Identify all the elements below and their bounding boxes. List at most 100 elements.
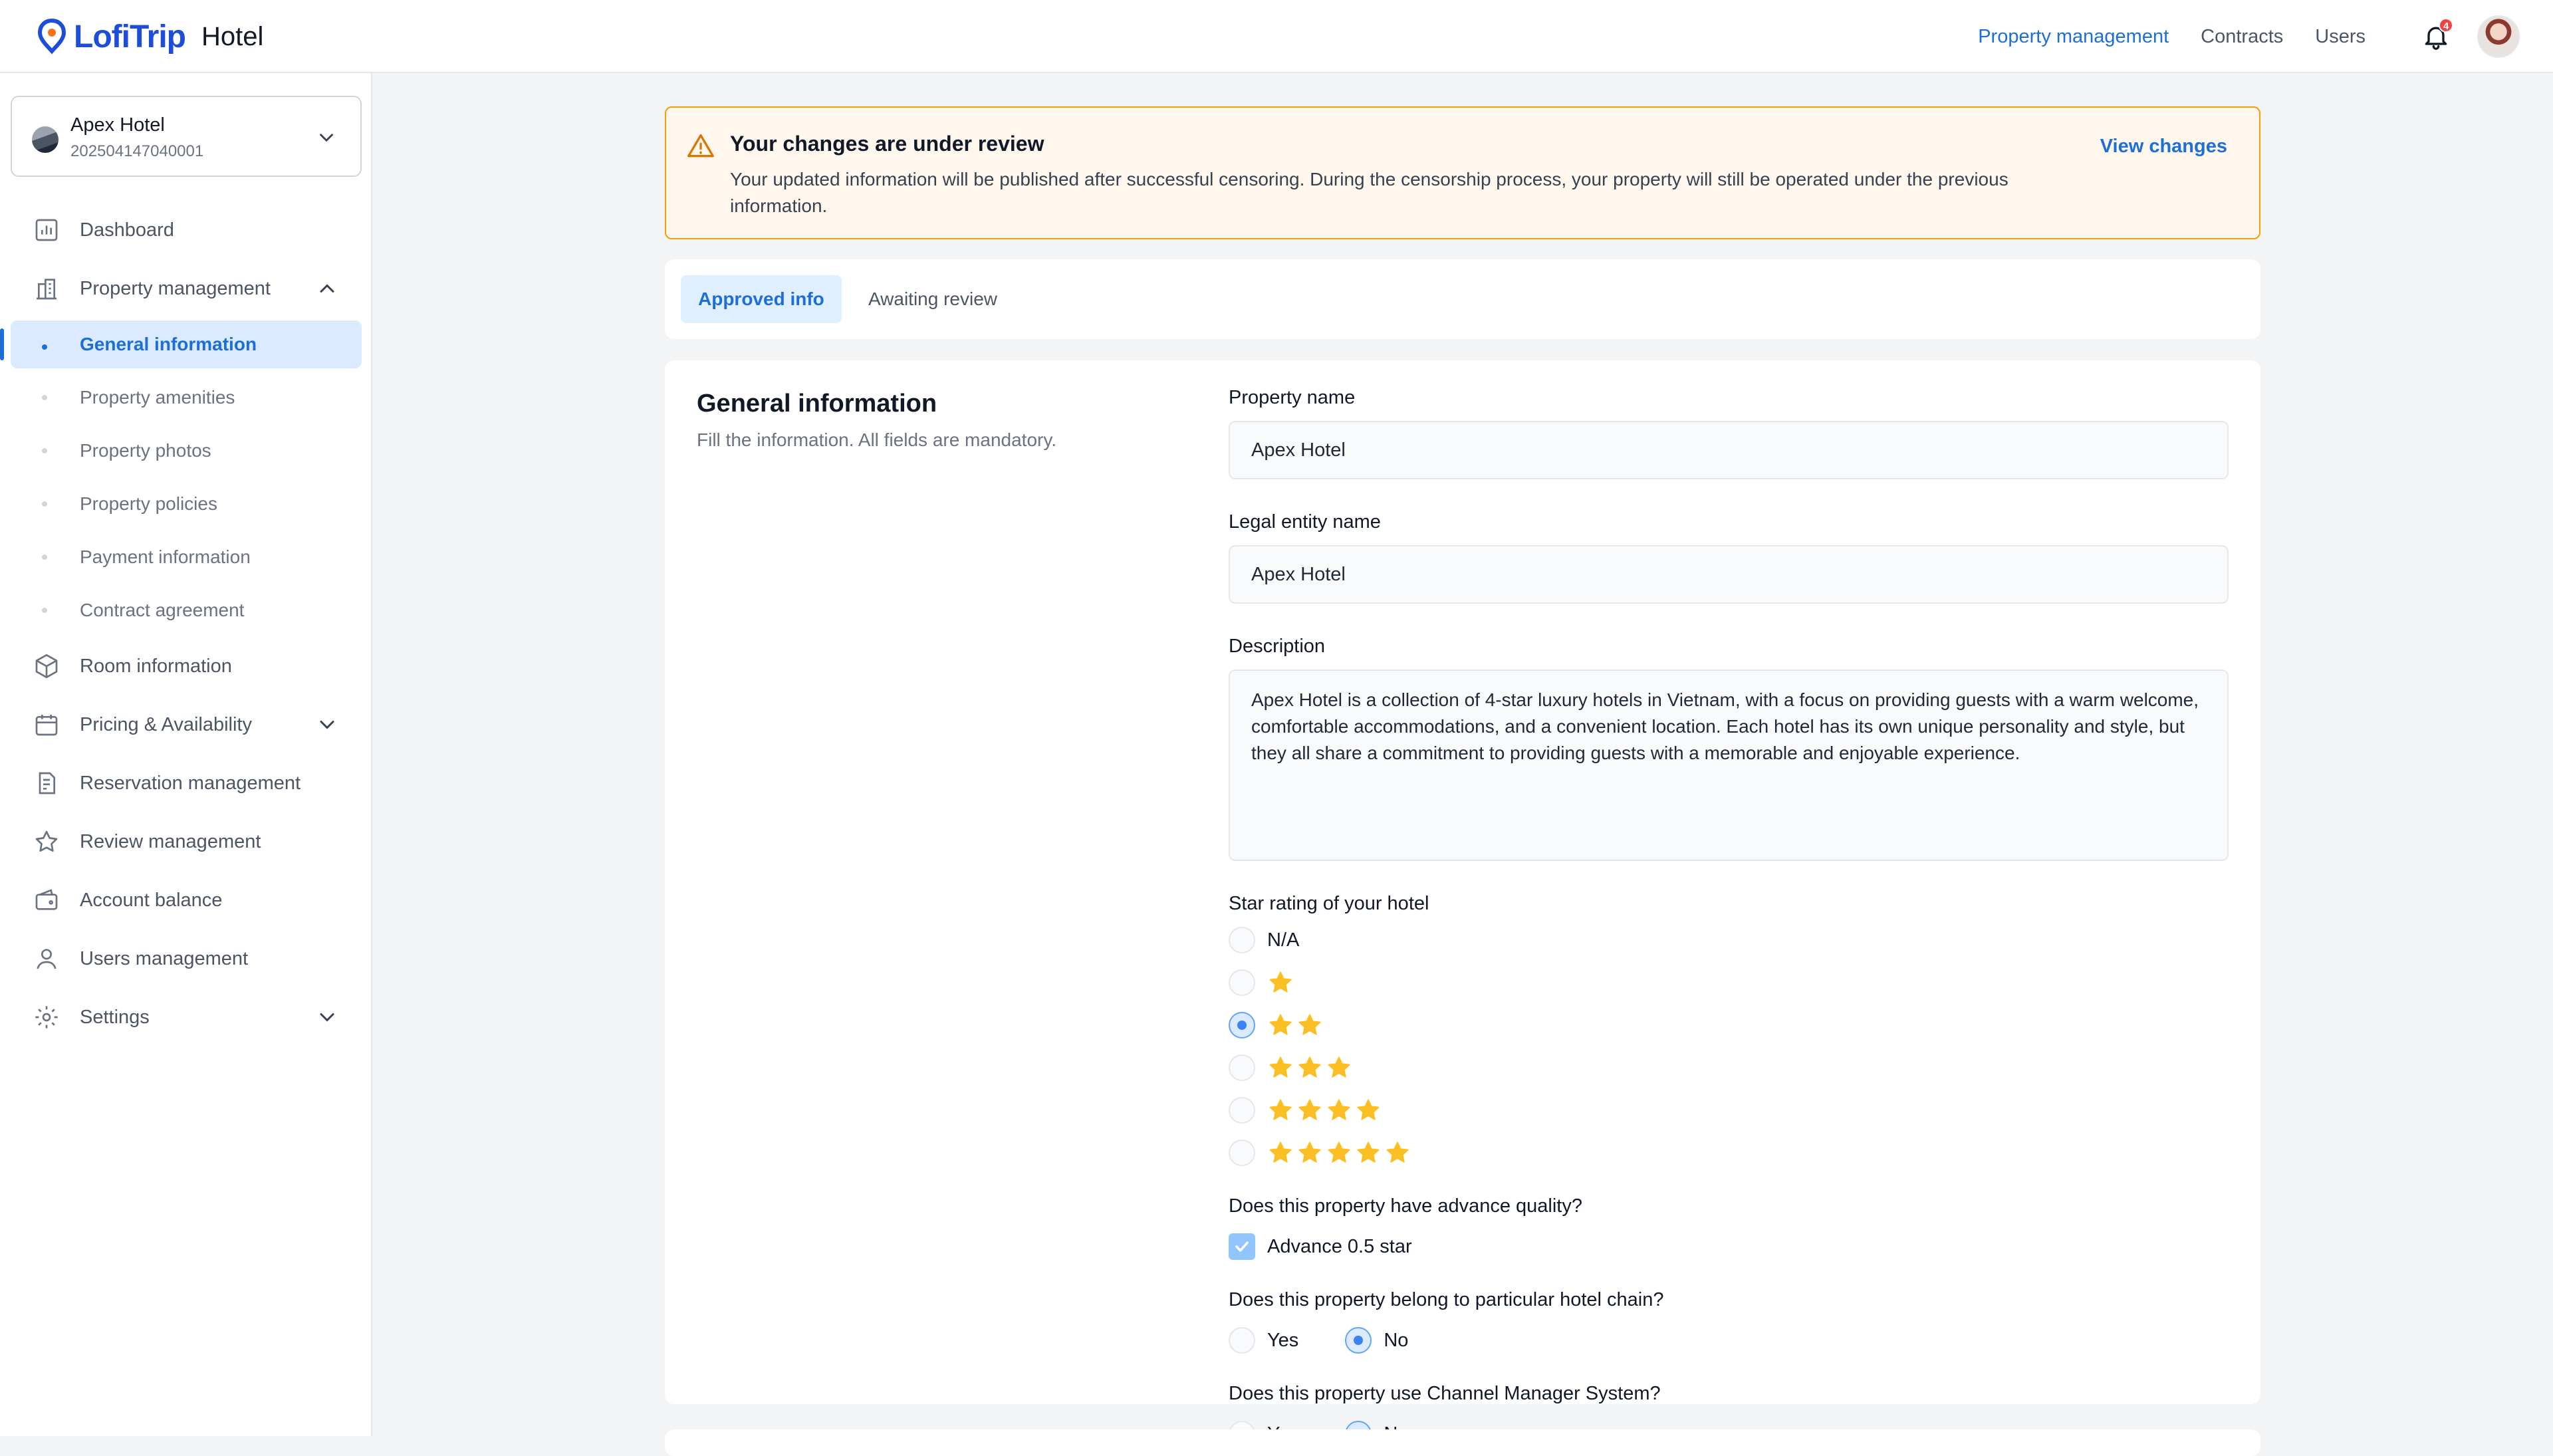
- bullet-icon: [42, 344, 47, 350]
- star-icons: [1267, 1012, 1326, 1038]
- star-outline-icon: [35, 830, 58, 852]
- sidebar-subitem-payment-information[interactable]: Payment information: [0, 531, 372, 584]
- sidebar-item-settings[interactable]: Settings: [0, 988, 372, 1046]
- info-tabs: Approved info Awaiting review: [665, 259, 2260, 339]
- bullet-icon: [42, 608, 47, 613]
- section-subtitle: Fill the information. All fields are man…: [697, 429, 1057, 450]
- general-information-form: Property name Apex Hotel Legal entity na…: [1229, 387, 2229, 1455]
- chevron-down-icon: [320, 1013, 334, 1022]
- sidebar-item-label: Room information: [80, 655, 232, 677]
- radio-button[interactable]: [1229, 1054, 1255, 1081]
- sidebar-item-dashboard[interactable]: Dashboard: [0, 201, 372, 259]
- sidebar-item-account-balance[interactable]: Account balance: [0, 871, 372, 929]
- star-icons: [1267, 969, 1296, 996]
- star-option-1[interactable]: [1229, 961, 2229, 1004]
- top-bar: LofiTrip Hotel Property management Contr…: [0, 0, 2553, 73]
- star-rating-label: Star rating of your hotel: [1229, 893, 1429, 914]
- description-textarea[interactable]: Apex Hotel is a collection of 4-star lux…: [1229, 669, 2229, 861]
- next-section-card: [665, 1429, 2260, 1456]
- sidebar-item-room-information[interactable]: Room information: [0, 637, 372, 695]
- sidebar-subitem-property-amenities[interactable]: Property amenities: [0, 371, 372, 424]
- hotel-chain-question: Does this property belong to particular …: [1229, 1289, 1664, 1310]
- general-information-card: General information Fill the information…: [665, 360, 2260, 1447]
- hotel-selector[interactable]: Apex Hotel 202504147040001: [11, 96, 362, 177]
- star-icon: [1357, 1099, 1380, 1120]
- sidebar-item-label: Users management: [80, 947, 249, 969]
- star-icon: [1269, 1014, 1292, 1035]
- hotel-chain-no[interactable]: No: [1345, 1327, 1408, 1354]
- banner-text: Your updated information will be publish…: [730, 169, 2008, 216]
- sidebar-subitem-general-information[interactable]: General information: [0, 320, 362, 368]
- sidebar-item-pricing[interactable]: Pricing & Availability: [0, 695, 372, 754]
- sidebar-item-label: Review management: [80, 830, 261, 852]
- calendar-icon: [35, 715, 58, 736]
- star-icon: [1328, 1056, 1350, 1078]
- legal-entity-label: Legal entity name: [1229, 511, 1381, 533]
- description-label: Description: [1229, 636, 1326, 657]
- sidebar-menu: Dashboard Property management General in…: [0, 201, 372, 1046]
- nav-property-management[interactable]: Property management: [1978, 26, 2169, 48]
- channel-manager-question: Does this property use Channel Manager S…: [1229, 1383, 1661, 1404]
- sidebar-item-label: Settings: [80, 1006, 150, 1028]
- radio-button[interactable]: [1229, 1097, 1255, 1124]
- bullet-icon: [42, 501, 47, 507]
- star-icon: [1357, 1142, 1380, 1163]
- star-option-4[interactable]: [1229, 1089, 2229, 1132]
- sidebar-item-label: Pricing & Availability: [80, 713, 252, 735]
- advance-option-label: Advance 0.5 star: [1267, 1235, 1412, 1257]
- checkbox[interactable]: [1229, 1233, 1255, 1260]
- chevron-down-icon: [320, 721, 334, 729]
- radio-button[interactable]: [1229, 1140, 1255, 1166]
- radio-button[interactable]: [1229, 1327, 1255, 1354]
- nav-contracts[interactable]: Contracts: [2201, 26, 2283, 48]
- star-icons: [1267, 1097, 1384, 1124]
- star-icon: [1269, 1099, 1292, 1120]
- sidebar-item-users-management[interactable]: Users management: [0, 929, 372, 988]
- yes-label: Yes: [1267, 1329, 1299, 1351]
- star-icons: [1267, 1054, 1355, 1081]
- advance-option[interactable]: Advance 0.5 star: [1229, 1225, 2229, 1268]
- no-label: No: [1384, 1329, 1409, 1351]
- sidebar-subitem-property-photos[interactable]: Property photos: [0, 424, 372, 477]
- logo-text: LofiTrip: [74, 19, 186, 55]
- user-icon: [37, 949, 57, 969]
- banner-title: Your changes are under review: [730, 132, 1044, 156]
- star-option-3[interactable]: [1229, 1046, 2229, 1089]
- check-icon: [1235, 1241, 1249, 1252]
- sidebar-item-label: Property policies: [80, 493, 217, 514]
- main-content: Your changes are under review Your updat…: [665, 106, 2260, 1447]
- top-nav: Property management Contracts Users 4: [1946, 0, 2553, 73]
- sidebar-item-reservation[interactable]: Reservation management: [0, 754, 372, 812]
- star-option-2[interactable]: [1229, 1004, 2229, 1046]
- star-icons: [1267, 1140, 1413, 1166]
- radio-button[interactable]: [1229, 927, 1255, 953]
- hotel-chain-options: Yes No: [1229, 1319, 2229, 1362]
- legal-entity-input[interactable]: Apex Hotel: [1229, 545, 2229, 604]
- tab-awaiting-review[interactable]: Awaiting review: [851, 275, 1015, 323]
- star-option-na[interactable]: N/A: [1229, 919, 2229, 961]
- sidebar-item-label: Dashboard: [80, 219, 174, 241]
- tab-approved-info[interactable]: Approved info: [681, 275, 842, 323]
- sidebar-subitem-contract-agreement[interactable]: Contract agreement: [0, 584, 372, 637]
- star-icon: [1269, 1142, 1292, 1163]
- user-avatar[interactable]: [2477, 15, 2520, 58]
- star-icon: [1298, 1056, 1321, 1078]
- radio-button[interactable]: [1229, 969, 1255, 996]
- sidebar-item-review[interactable]: Review management: [0, 812, 372, 871]
- notification-button[interactable]: 4: [2421, 18, 2453, 51]
- nav-users[interactable]: Users: [2315, 26, 2366, 48]
- radio-button-selected[interactable]: [1345, 1327, 1372, 1354]
- sidebar-item-label: General information: [80, 334, 257, 354]
- star-option-5[interactable]: [1229, 1132, 2229, 1174]
- radio-button-selected[interactable]: [1229, 1012, 1255, 1038]
- sidebar-subitem-property-policies[interactable]: Property policies: [0, 477, 372, 531]
- hotel-chain-yes[interactable]: Yes: [1229, 1327, 1298, 1354]
- sidebar-item-label: Property management: [80, 277, 271, 299]
- property-name-input[interactable]: Apex Hotel: [1229, 421, 2229, 479]
- view-changes-link[interactable]: View changes: [2100, 136, 2227, 158]
- section-title: General information: [697, 390, 937, 418]
- sidebar-item-property-management[interactable]: Property management: [0, 259, 372, 318]
- logo[interactable]: LofiTrip Hotel: [37, 16, 263, 57]
- property-name-label: Property name: [1229, 387, 1356, 408]
- bullet-icon: [42, 554, 47, 560]
